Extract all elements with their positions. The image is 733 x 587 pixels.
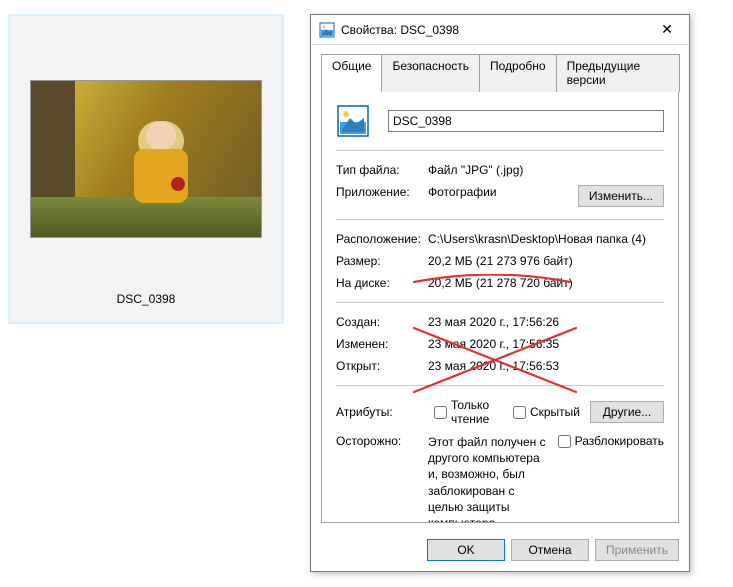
value-ondisk: 20,2 МБ (21 278 720 байт): [428, 276, 664, 290]
close-icon: ✕: [661, 21, 673, 38]
cancel-button[interactable]: Отмена: [511, 539, 589, 561]
hidden-label: Скрытый: [530, 405, 580, 419]
tab-security[interactable]: Безопасность: [381, 54, 480, 92]
value-location: C:\Users\krasn\Desktop\Новая папка (4): [428, 232, 664, 246]
thumbnail-label[interactable]: DSC_0398: [10, 292, 282, 306]
dialog-button-bar: OK Отмена Применить: [311, 531, 689, 571]
label-filetype: Тип файла:: [336, 163, 424, 177]
ok-button[interactable]: OK: [427, 539, 505, 561]
label-attributes: Атрибуты:: [336, 405, 424, 419]
tab-previous-versions[interactable]: Предыдущие версии: [556, 54, 680, 92]
label-size: Размер:: [336, 254, 424, 268]
label-modified: Изменен:: [336, 337, 424, 351]
unblock-checkbox-wrap[interactable]: Разблокировать: [558, 434, 664, 448]
label-location: Расположение:: [336, 232, 424, 246]
readonly-label: Только чтение: [451, 398, 503, 426]
close-button[interactable]: ✕: [647, 16, 687, 44]
dialog-title-name: DSC_0398: [400, 23, 459, 37]
label-created: Создан:: [336, 315, 424, 329]
readonly-checkbox[interactable]: [434, 406, 447, 419]
thumbnail-image[interactable]: [30, 80, 262, 238]
hidden-checkbox-wrap[interactable]: Скрытый: [513, 405, 580, 419]
titlebar[interactable]: Свойства: DSC_0398 ✕: [311, 15, 689, 45]
caution-text: Этот файл получен с другого компьютера и…: [428, 434, 548, 523]
separator: [336, 385, 664, 386]
hidden-checkbox[interactable]: [513, 406, 526, 419]
label-accessed: Открыт:: [336, 359, 424, 373]
image-file-icon: [319, 22, 335, 38]
value-accessed: ‎23 ‎мая ‎2020 ‎г., ‏‎17:56:53: [428, 359, 664, 373]
other-attributes-button[interactable]: Другие...: [590, 401, 664, 423]
thumbnail-panel: DSC_0398: [8, 14, 284, 324]
value-filetype: Файл "JPG" (.jpg): [428, 163, 664, 177]
label-app: Приложение:: [336, 185, 424, 199]
value-size: 20,2 МБ (21 273 976 байт): [428, 254, 664, 268]
separator: [336, 150, 664, 151]
filename-input[interactable]: [388, 110, 664, 132]
file-type-icon: [336, 104, 370, 138]
apply-button[interactable]: Применить: [595, 539, 679, 561]
readonly-checkbox-wrap[interactable]: Только чтение: [434, 398, 503, 426]
value-created: ‎23 ‎мая ‎2020 ‎г., ‏‎17:56:26: [428, 315, 664, 329]
tabs: Общие Безопасность Подробно Предыдущие в…: [311, 45, 689, 92]
label-caution: Осторожно:: [336, 434, 424, 448]
unblock-checkbox[interactable]: [558, 435, 571, 448]
dialog-title: Свойства: DSC_0398: [341, 23, 647, 37]
tab-general-body: Тип файла: Файл "JPG" (.jpg) Приложение:…: [321, 92, 679, 523]
dialog-title-prefix: Свойства:: [341, 23, 400, 37]
tab-general[interactable]: Общие: [321, 54, 382, 92]
unblock-label: Разблокировать: [575, 434, 664, 448]
value-app: Фотографии: [428, 185, 574, 199]
properties-dialog: Свойства: DSC_0398 ✕ Общие Безопасность …: [310, 14, 690, 572]
tab-details[interactable]: Подробно: [479, 54, 557, 92]
change-app-button[interactable]: Изменить...: [578, 185, 664, 207]
label-ondisk: На диске:: [336, 276, 424, 290]
separator: [336, 302, 664, 303]
photo-girl: [126, 121, 196, 221]
value-modified: ‎23 ‎мая ‎2020 ‎г., ‏‎17:56:35: [428, 337, 664, 351]
separator: [336, 219, 664, 220]
photo-apple: [171, 177, 185, 191]
